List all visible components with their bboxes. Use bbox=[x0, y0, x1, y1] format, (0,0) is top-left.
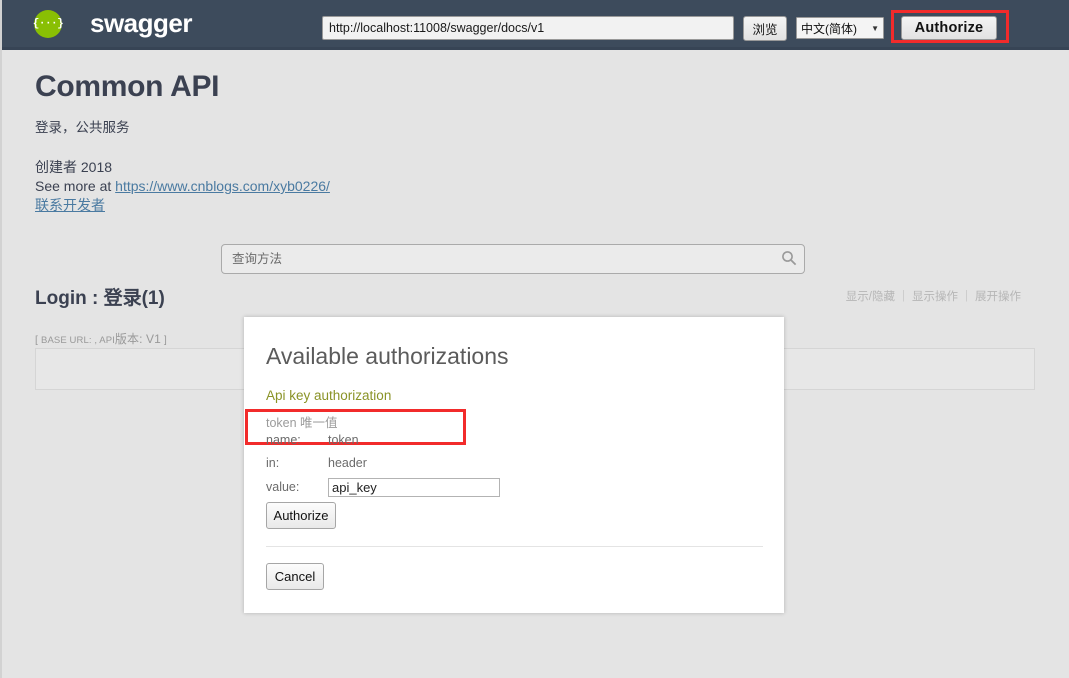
api-description: 登录，公共服务 bbox=[35, 120, 130, 135]
auth-value-row: value: bbox=[266, 478, 500, 497]
available-authorizations-modal: Available authorizations Api key authori… bbox=[244, 317, 784, 613]
filter-bar bbox=[221, 244, 805, 274]
resource-title: Login : 登录(1) bbox=[35, 288, 165, 309]
api-created-by: 创建者 2018 bbox=[35, 159, 113, 175]
page-title: Common API bbox=[35, 70, 220, 103]
auth-in-value: header bbox=[328, 456, 367, 470]
base-url-value: , API bbox=[94, 335, 115, 346]
chevron-down-icon: ▼ bbox=[871, 23, 879, 33]
spec-url-input[interactable] bbox=[322, 16, 734, 40]
auth-in-key: in: bbox=[266, 456, 280, 470]
divider: | bbox=[965, 290, 968, 302]
auth-scheme-description: token 唯一值 bbox=[266, 416, 338, 430]
auth-name-row: name: token bbox=[266, 433, 359, 447]
swagger-logo-text: swagger bbox=[90, 8, 193, 38]
swagger-logo[interactable]: {···} swagger bbox=[33, 8, 193, 39]
language-select-value: 中文(简体) bbox=[801, 21, 857, 36]
swagger-braces-logo-icon: {···} bbox=[33, 9, 64, 38]
auth-value-key: value: bbox=[266, 479, 300, 494]
auth-name-value: token bbox=[328, 433, 359, 447]
auth-in-row: in: header bbox=[266, 456, 367, 470]
api-key-input[interactable] bbox=[328, 478, 500, 497]
base-url-key: BASE URL: bbox=[41, 335, 95, 346]
toggle-show-hide-link[interactable]: 显示/隐藏 bbox=[846, 288, 895, 304]
modal-cancel-button[interactable]: Cancel bbox=[266, 563, 324, 590]
auth-name-key: name: bbox=[266, 433, 301, 447]
divider: | bbox=[902, 290, 905, 302]
top-bar: {···} swagger 浏览 中文(简体) ▼ Authorize bbox=[2, 0, 1069, 50]
expand-operations-link[interactable]: 展开操作 bbox=[975, 288, 1021, 304]
base-url-suffix: ] bbox=[160, 334, 167, 346]
contact-developer-link[interactable]: 联系开发者 bbox=[35, 197, 105, 213]
api-info: Common API 登录，公共服务 创建者 2018 See more at … bbox=[35, 70, 735, 215]
auth-scheme-title: Api key authorization bbox=[266, 388, 392, 403]
resource-header: Login : 登录(1) 显示/隐藏 | 显示操作 | 展开操作 bbox=[35, 283, 1035, 309]
explore-button[interactable]: 浏览 bbox=[743, 16, 787, 41]
language-select[interactable]: 中文(简体) ▼ bbox=[796, 17, 884, 39]
modal-authorize-button[interactable]: Authorize bbox=[266, 502, 336, 529]
api-version-label: 版本: V1 bbox=[114, 332, 161, 346]
modal-title: Available authorizations bbox=[266, 343, 509, 369]
base-url-label: [ BASE URL: , API版本: V1 ] bbox=[35, 330, 167, 347]
modal-divider bbox=[266, 546, 763, 547]
resource-options: 显示/隐藏 | 显示操作 | 展开操作 bbox=[846, 288, 1021, 304]
api-see-more: See more at https://www.cnblogs.com/xyb0… bbox=[35, 177, 735, 196]
search-input[interactable] bbox=[221, 244, 805, 274]
list-operations-link[interactable]: 显示操作 bbox=[912, 288, 958, 304]
search-icon bbox=[782, 251, 797, 266]
authorize-button[interactable]: Authorize bbox=[901, 16, 997, 40]
see-more-link[interactable]: https://www.cnblogs.com/xyb0226/ bbox=[115, 178, 330, 194]
see-more-prefix: See more at bbox=[35, 178, 116, 194]
